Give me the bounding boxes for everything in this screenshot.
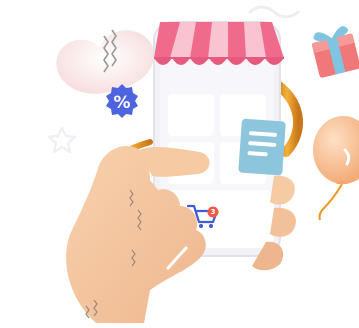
squiggle-decoration: [248, 5, 300, 19]
discount-symbol: %: [113, 93, 131, 113]
heart-icon: [56, 29, 155, 94]
star-outline-icon: [47, 126, 77, 154]
cart-badge-count: 3: [210, 208, 216, 216]
shop-awning: [154, 22, 284, 65]
gift-box-icon: [311, 26, 359, 78]
document-card-icon: [238, 118, 286, 176]
shopping-illustration: % 3: [0, 0, 359, 323]
balloon-icon: [313, 116, 359, 221]
